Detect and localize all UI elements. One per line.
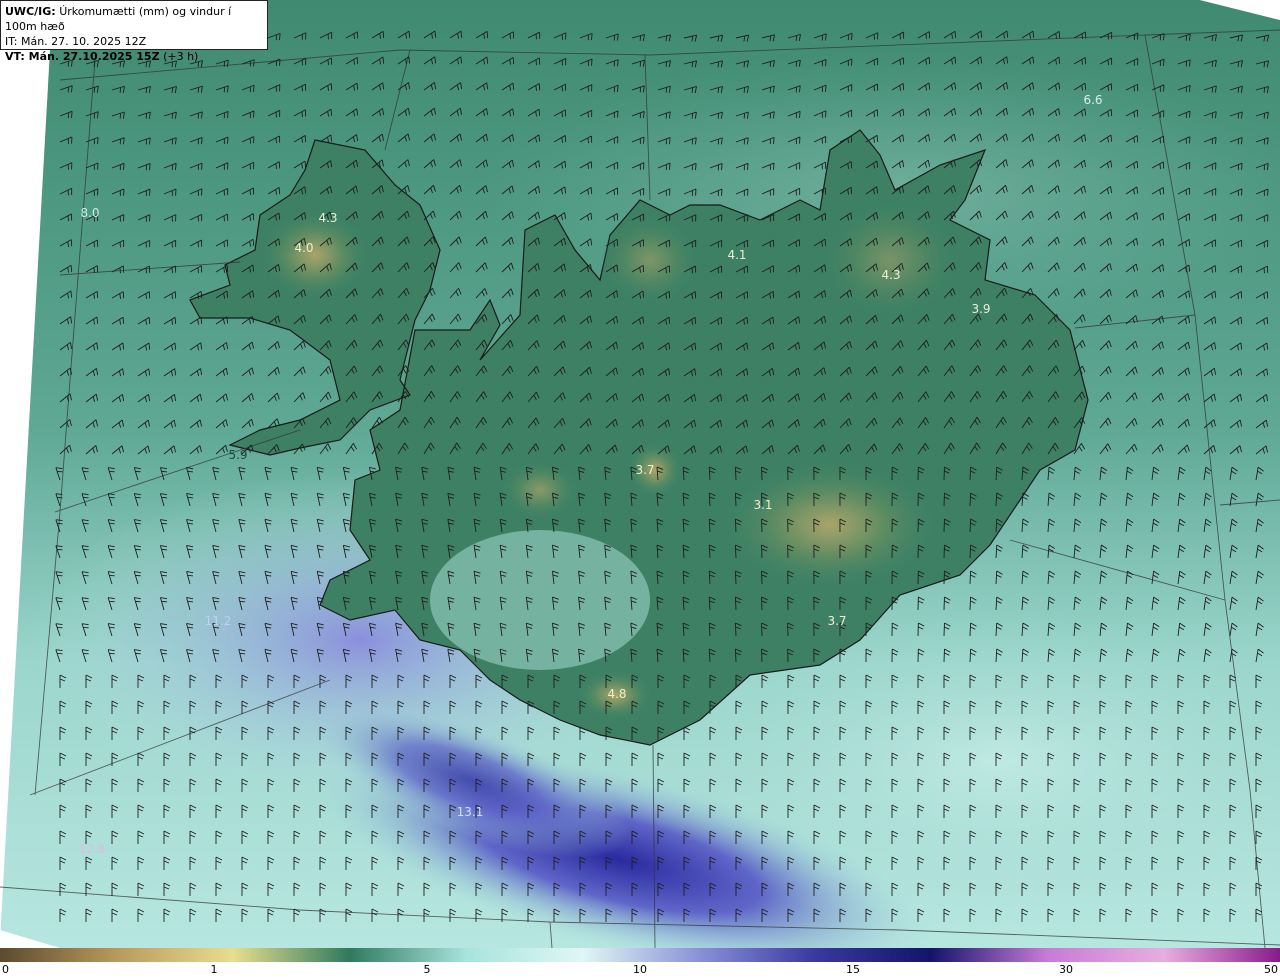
colorbar-label-10: 10 — [633, 963, 647, 976]
value-label-westfjords: 4.0 — [294, 241, 314, 255]
value-label-east: 3.9 — [971, 302, 991, 316]
value-label-far-southwest: 12.8 — [78, 842, 106, 856]
value-label-southwest-sea: 11.2 — [204, 614, 232, 628]
colorbar-label-1: 1 — [210, 963, 218, 976]
value-label-southeast: 3.7 — [827, 614, 847, 628]
title-line-field: UWC/IG: Úrkomumætti (mm) og vindur í 100… — [5, 4, 263, 34]
colorbar-label-0: 0 — [2, 963, 9, 976]
colorbar-label-30: 30 — [1059, 963, 1073, 976]
langjokull — [500, 460, 580, 520]
precip-colorbar — [0, 948, 1280, 962]
value-label-west-sea: 8.0 — [80, 206, 100, 220]
westfjords-highland — [260, 210, 370, 300]
colorbar-label-50: 50 — [1264, 963, 1278, 976]
colorbar-label-15: 15 — [846, 963, 860, 976]
model-name: UWC/IG: — [5, 5, 56, 18]
value-label-hofsjokull: 3.7 — [635, 463, 655, 477]
value-label-westfjords-north: 4.3 — [318, 211, 338, 225]
colorbar-labels: 0 1 5 10 15 30 50 — [0, 962, 1280, 978]
init-time: IT: Mán. 27. 10. 2025 12Z — [5, 35, 147, 48]
weather-map: 6.6 8.0 4.3 4.0 4.1 4.3 3.9 5.9 3.7 3.1 … — [0, 0, 1280, 948]
valid-time: VT: Mán. 27.10.2025 15Z — [5, 50, 160, 63]
map-title-box: UWC/IG: Úrkomumætti (mm) og vindur í 100… — [0, 0, 268, 63]
value-label-myrdalsjokull: 4.8 — [607, 687, 627, 701]
colorbar-label-5: 5 — [423, 963, 431, 976]
value-label-north-sea: 6.6 — [1083, 93, 1103, 107]
lead-time: (+3 h) — [163, 50, 199, 63]
value-label-vatnajokull: 3.1 — [753, 498, 773, 512]
title-line-valid: VT: Mán. 27.10.2025 15Z (+3 h) — [5, 49, 263, 64]
value-label-northeast: 4.3 — [881, 268, 901, 282]
value-label-south-sea: 13.1 — [456, 805, 484, 819]
vatnajokull — [720, 460, 940, 590]
southwest-lowland-precip — [430, 530, 650, 670]
northeast-highland — [820, 200, 960, 320]
value-label-snaefellsnes: 5.9 — [228, 448, 248, 462]
value-label-north: 4.1 — [727, 248, 747, 262]
